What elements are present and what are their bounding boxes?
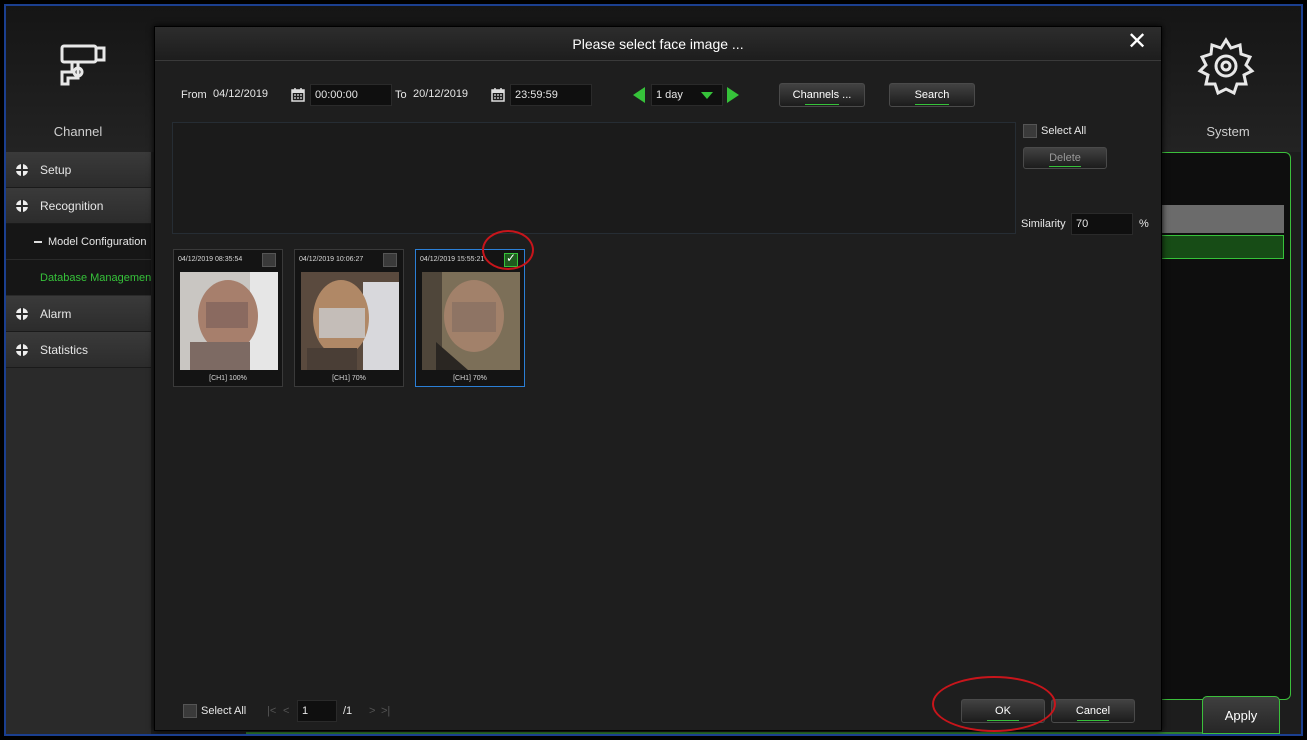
- delete-button[interactable]: Delete: [1023, 147, 1107, 169]
- to-date-field[interactable]: 20/12/2019: [409, 84, 491, 106]
- period-value: 1 day: [656, 89, 683, 101]
- channels-button[interactable]: Channels ...: [779, 83, 865, 107]
- gear-icon: [1197, 37, 1255, 96]
- face-thumbnail: [180, 272, 278, 370]
- app-frame: Channel System Setup Recognition Model C…: [4, 4, 1303, 736]
- chevron-down-icon[interactable]: [701, 92, 713, 99]
- tab-system-label: System: [1206, 124, 1250, 139]
- dialog-title: Please select face image ...: [155, 27, 1161, 61]
- divider: [246, 732, 1206, 734]
- select-all-checkbox-bottom[interactable]: [183, 704, 197, 718]
- face-card[interactable]: 04/12/2019 08:35:54 [CH1] 100%: [173, 249, 283, 387]
- sidebar-item-label: Recognition: [40, 198, 104, 213]
- sidebar-item-statistics[interactable]: Statistics: [6, 332, 151, 368]
- sidebar-item-setup[interactable]: Setup: [6, 152, 151, 188]
- tab-system[interactable]: System: [1156, 6, 1300, 152]
- table-row[interactable]: [1156, 205, 1284, 233]
- crosshair-icon: [15, 162, 29, 177]
- face-timestamp: 04/12/2019 10:06:27: [299, 256, 364, 263]
- from-label: From: [181, 89, 207, 101]
- next-period-arrow-icon[interactable]: [727, 87, 739, 103]
- apply-button[interactable]: Apply: [1202, 696, 1280, 734]
- crosshair-icon: [15, 342, 29, 357]
- select-all-label-bottom: Select All: [201, 705, 247, 717]
- sidebar-item-label: Database Management: [40, 271, 151, 284]
- selected-faces-area: [172, 122, 1016, 234]
- to-label: To: [395, 89, 407, 101]
- sidebar-item-label: Model Configuration: [48, 235, 147, 248]
- similarity-label: Similarity: [1021, 218, 1066, 230]
- tab-channel-label: Channel: [53, 124, 103, 139]
- calendar-icon[interactable]: [491, 88, 505, 102]
- last-page-icon[interactable]: >|: [381, 700, 390, 722]
- calendar-icon[interactable]: [291, 88, 305, 102]
- page-total: /1: [343, 705, 353, 717]
- sidebar-item-label: Alarm: [40, 306, 72, 321]
- search-button[interactable]: Search: [889, 83, 975, 107]
- face-thumbnail: [301, 272, 399, 370]
- from-time-field[interactable]: 00:00:00: [310, 84, 392, 106]
- face-card[interactable]: 04/12/2019 10:06:27 [CH1] 70%: [294, 249, 404, 387]
- table-row-selected[interactable]: [1156, 235, 1284, 259]
- face-caption: [CH1] 70%: [332, 375, 366, 382]
- annotation-circle: [932, 676, 1056, 732]
- tab-channel[interactable]: Channel: [6, 6, 150, 152]
- sidebar-item-alarm[interactable]: Alarm: [6, 296, 151, 332]
- annotation-circle: [482, 230, 534, 270]
- sidebar-item-model-configuration[interactable]: Model Configuration: [6, 224, 151, 260]
- similarity-unit: %: [1139, 218, 1149, 230]
- face-timestamp: 04/12/2019 15:55:21: [420, 256, 485, 263]
- background-content-panel: [1156, 152, 1291, 700]
- sidebar-item-recognition[interactable]: Recognition: [6, 188, 151, 224]
- next-page-icon[interactable]: >: [369, 700, 375, 722]
- to-time-field[interactable]: 23:59:59: [510, 84, 592, 106]
- face-checkbox[interactable]: [383, 253, 397, 267]
- face-caption: [CH1] 100%: [209, 375, 247, 382]
- face-checkbox[interactable]: [262, 253, 276, 267]
- select-all-label-top: Select All: [1041, 125, 1087, 137]
- camera-icon: [60, 44, 106, 86]
- select-face-dialog: Please select face image ... ✕ From 04/1…: [154, 26, 1162, 731]
- page-input[interactable]: 1: [297, 700, 337, 722]
- face-timestamp: 04/12/2019 08:35:54: [178, 256, 243, 263]
- sidebar-item-label: Setup: [40, 162, 72, 177]
- sidebar-item-label: Statistics: [40, 342, 89, 357]
- sidebar-item-database-management[interactable]: Database Management: [6, 260, 151, 296]
- previous-page-icon[interactable]: <: [283, 700, 289, 722]
- crosshair-icon: [15, 198, 29, 213]
- face-caption: [CH1] 70%: [453, 375, 487, 382]
- first-page-icon[interactable]: |<: [267, 700, 276, 722]
- cancel-button[interactable]: Cancel: [1051, 699, 1135, 723]
- crosshair-icon: [15, 306, 29, 321]
- previous-period-arrow-icon[interactable]: [633, 87, 645, 103]
- face-thumbnail: [422, 272, 520, 370]
- similarity-input[interactable]: 70: [1071, 213, 1133, 235]
- dash-icon: [34, 240, 42, 243]
- close-icon[interactable]: ✕: [1127, 30, 1147, 54]
- select-all-checkbox-top[interactable]: [1023, 124, 1037, 138]
- sidebar: Setup Recognition Model Configuration Da…: [6, 152, 151, 734]
